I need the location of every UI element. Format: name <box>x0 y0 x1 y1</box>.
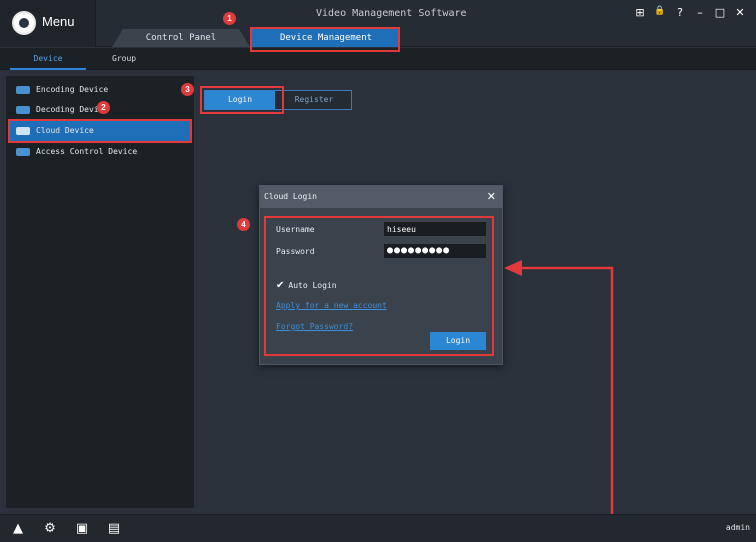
current-user: admin <box>725 523 750 532</box>
document-icon[interactable]: ▤ <box>106 521 122 537</box>
annotation-arrow <box>504 260 614 542</box>
status-bar: ▲ ⚙ ▣ ▤ admin <box>0 514 756 542</box>
warning-icon[interactable]: ▲ <box>10 521 26 537</box>
monitor-icon[interactable]: ▣ <box>74 521 90 537</box>
settings-badge-icon[interactable]: ⚙ <box>42 521 58 537</box>
